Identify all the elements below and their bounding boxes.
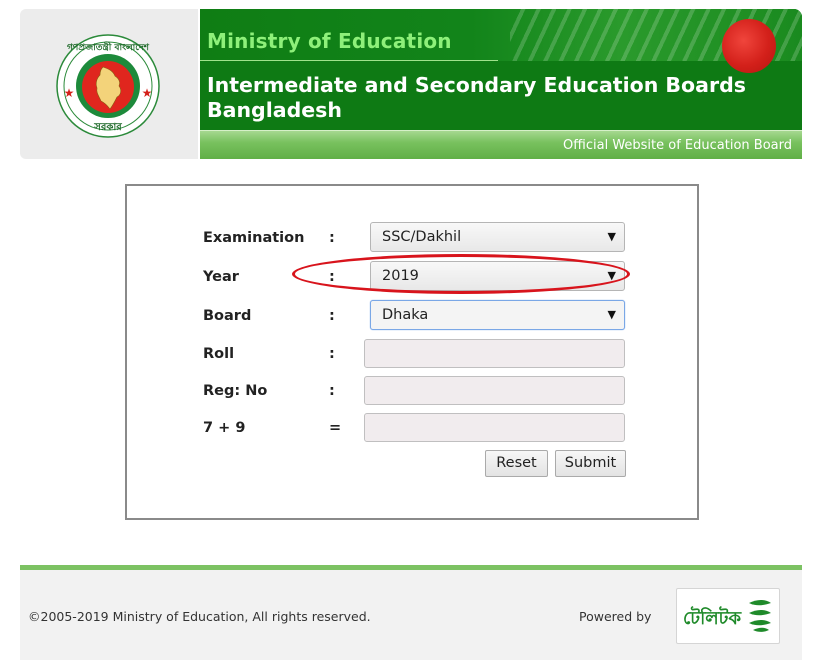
teletalk-swoosh-icon	[749, 600, 771, 632]
dropdown-arrow-icon: ▼	[607, 230, 616, 243]
svg-text:★: ★	[64, 86, 75, 100]
header-tagline-strip: Official Website of Education Board	[200, 130, 802, 159]
teletalk-logo-text: টেলিটক	[683, 608, 742, 629]
examination-select[interactable]: SSC/Dakhil ▼	[370, 222, 625, 252]
result-form: Examination : SSC/Dakhil ▼ Year : 2019 ▼…	[125, 184, 699, 520]
government-seal-logo: গণপ্রজাতন্ত্রী বাংলাদেশ সরকার ★ ★	[56, 34, 160, 138]
footer: ©2005-2019 Ministry of Education, All ri…	[20, 570, 802, 660]
board-separator: :	[329, 308, 335, 324]
page: গণপ্রজাতন্ত্রী বাংলাদেশ সরকার ★ ★ Minist…	[0, 0, 821, 672]
year-highlight-annotation	[292, 254, 630, 294]
reg-no-separator: :	[329, 383, 335, 399]
teletalk-logo[interactable]: টেলিটক	[676, 588, 780, 644]
captcha-question: 7 + 9	[203, 420, 246, 436]
board-select[interactable]: Dhaka ▼	[370, 300, 625, 330]
svg-text:★: ★	[142, 86, 153, 100]
reset-button[interactable]: Reset	[485, 450, 548, 477]
copyright-text: ©2005-2019 Ministry of Education, All ri…	[28, 609, 371, 624]
reg-no-label: Reg: No	[203, 383, 268, 399]
examination-label: Examination	[203, 230, 305, 246]
captcha-equals: =	[329, 420, 342, 436]
board-value: Dhaka	[382, 307, 429, 323]
year-label: Year	[203, 269, 239, 285]
reg-no-input[interactable]	[364, 376, 625, 405]
svg-text:সরকার: সরকার	[93, 122, 122, 133]
tagline: Official Website of Education Board	[563, 138, 792, 153]
examination-separator: :	[329, 230, 335, 246]
board-label: Board	[203, 308, 252, 324]
submit-button[interactable]: Submit	[555, 450, 626, 477]
powered-by-text: Powered by	[579, 609, 652, 624]
boards-title: Intermediate and Secondary Education Boa…	[207, 73, 746, 122]
captcha-input[interactable]	[364, 413, 625, 442]
roll-input[interactable]	[364, 339, 625, 368]
examination-value: SSC/Dakhil	[382, 229, 462, 245]
roll-separator: :	[329, 346, 335, 362]
dropdown-arrow-icon: ▼	[607, 308, 616, 321]
flag-red-circle	[722, 19, 776, 73]
header-logo-panel: গণপ্রজাতন্ত্রী বাংলাদেশ সরকার ★ ★	[20, 9, 198, 159]
ministry-underline	[200, 60, 498, 61]
header-banner: Ministry of Education Intermediate and S…	[200, 9, 802, 159]
roll-label: Roll	[203, 346, 235, 362]
ministry-title: Ministry of Education	[207, 29, 452, 53]
